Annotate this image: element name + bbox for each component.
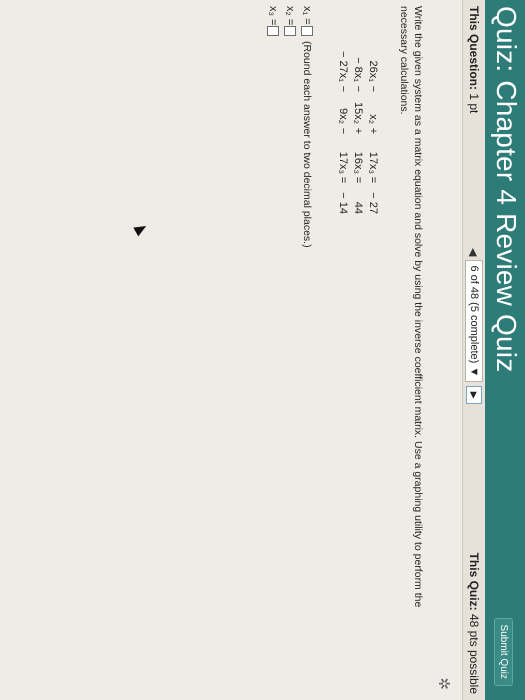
eq-operator: − <box>337 85 350 93</box>
eq-term: 17x₃ <box>337 151 350 174</box>
screen: Quiz: Chapter 4 Review Quiz Submit Quiz … <box>0 0 525 700</box>
eq-term: x₂ <box>367 114 380 124</box>
answer-input-x3[interactable] <box>267 26 280 36</box>
question-points-value: 1 pt <box>467 93 481 114</box>
question-content: Write the given system as a matrix equat… <box>265 6 425 676</box>
eq-rhs: − 14 <box>337 192 350 214</box>
mouse-pointer-icon <box>133 221 149 237</box>
eq-operator: − <box>367 85 380 93</box>
quiz-label: This Quiz: <box>467 552 481 611</box>
question-label: This Question: <box>467 6 481 90</box>
eq-term: 26x₁ <box>367 60 380 82</box>
answer-row-x3: x₃ = <box>265 6 282 676</box>
eq-operator: + <box>367 127 380 135</box>
answer-input-x2[interactable] <box>284 26 297 36</box>
eq-term: 15x₂ <box>352 101 365 124</box>
eq-rhs: − 27 <box>367 192 380 214</box>
eq-term: 9x₂ <box>337 108 350 124</box>
quiz-title: Quiz: Chapter 4 Review Quiz <box>491 6 522 373</box>
question-navigation: ◀ 6 of 48 (5 complete) ▼ ▶ <box>465 248 483 405</box>
eq-equals: = <box>337 176 350 184</box>
eq-rhs: 44 <box>352 201 365 214</box>
question-position-select[interactable]: 6 of 48 (5 complete) ▼ <box>465 260 483 383</box>
status-bar: This Question: 1 pt ◀ 6 of 48 (5 complet… <box>462 0 485 700</box>
quiz-points: This Quiz: 48 pts possible <box>467 553 481 694</box>
eq-term: − 27x₁ <box>337 51 350 82</box>
question-points: This Question: 1 pt <box>467 6 481 113</box>
eq-term: 17x₃ <box>367 151 380 174</box>
answer-row-x2: x₂ = <box>282 6 299 676</box>
eq-term: 16x₃ <box>352 151 365 174</box>
equation-system: 26x₁ − x₂ + 17x₃ = − 27 − 8x₁ − 15x₂ + 1… <box>336 36 381 676</box>
eq-operator: + <box>352 127 365 135</box>
eq-equals: = <box>352 176 365 184</box>
prev-question-icon[interactable]: ◀ <box>468 248 481 256</box>
submit-quiz-button[interactable]: Submit Quiz <box>494 617 513 686</box>
question-instructions: Write the given system as a matrix equat… <box>398 6 424 608</box>
answer-row-x1: x₁ = (Round each answer to two decimal p… <box>299 6 316 676</box>
answer-label: x₁ = <box>301 6 314 25</box>
gear-icon[interactable]: ✲ <box>435 677 453 690</box>
chevron-down-icon: ▼ <box>468 366 480 378</box>
next-arrow-icon: ▶ <box>469 391 480 399</box>
answer-label: x₂ = <box>284 6 297 26</box>
header-bar: Quiz: Chapter 4 Review Quiz Submit Quiz <box>485 0 525 700</box>
eq-operator: − <box>337 127 350 135</box>
next-question-button[interactable]: ▶ <box>466 386 482 405</box>
eq-operator: − <box>352 85 365 93</box>
equation-row: − 27x₁ − 9x₂ − 17x₃ = − 14 <box>336 36 351 676</box>
rounding-note: (Round each answer to two decimal places… <box>301 41 314 248</box>
eq-equals: = <box>367 176 380 184</box>
question-position: 6 of 48 (5 complete) <box>468 265 480 364</box>
answer-label: x₃ = <box>267 6 280 26</box>
equation-row: 26x₁ − x₂ + 17x₃ = − 27 <box>366 36 381 676</box>
answer-section: x₁ = (Round each answer to two decimal p… <box>265 6 316 676</box>
equation-row: − 8x₁ − 15x₂ + 16x₃ = 44 <box>351 36 366 676</box>
eq-term: − 8x₁ <box>352 57 365 82</box>
quiz-points-value: 48 pts possible <box>467 613 481 694</box>
answer-input-x1[interactable] <box>301 26 314 36</box>
